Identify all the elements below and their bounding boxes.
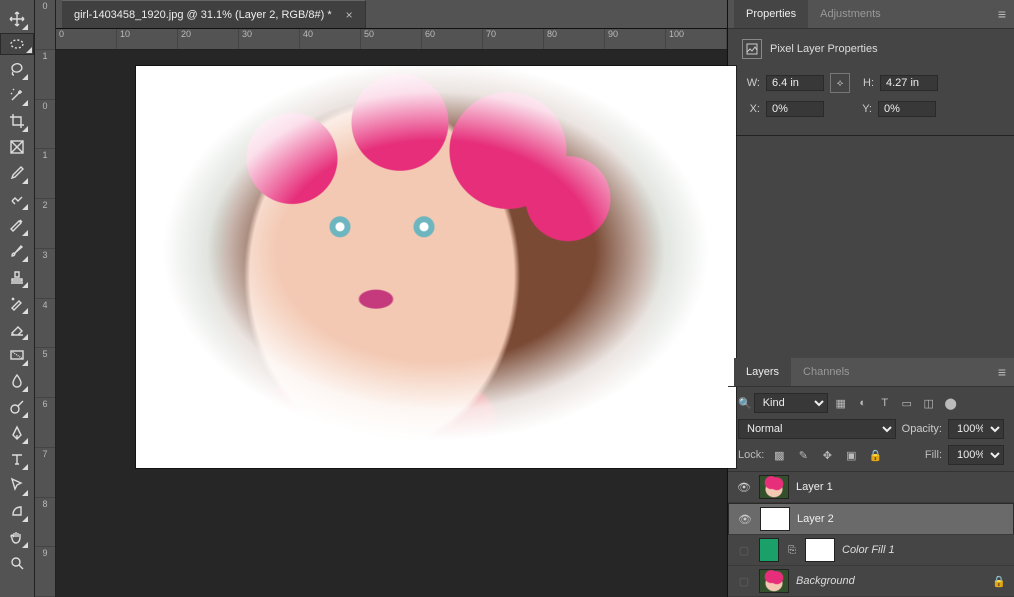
layer-thumb[interactable]: [760, 570, 788, 592]
layer-thumb[interactable]: [761, 508, 789, 530]
tool-gradient[interactable]: [5, 343, 29, 367]
tool-strip: [0, 0, 35, 597]
tool-path-select[interactable]: [5, 473, 29, 497]
blend-mode-select[interactable]: Normal: [738, 419, 896, 439]
tool-eyedropper[interactable]: [5, 161, 29, 185]
layer-name[interactable]: Layer 2: [797, 513, 1005, 525]
layer-list: 👁 Layer 1 👁 Layer 2 ▢ ⎘ Color Fill 1 ▢ B…: [728, 472, 1014, 597]
opacity-select[interactable]: 100%: [948, 419, 1004, 439]
tool-stamp[interactable]: [5, 265, 29, 289]
layers-panel: Layers Channels ≡ 🔍Kind ▦ ◐ T ▭ ◫ ⬤ Norm…: [728, 358, 1014, 597]
layer-thumb[interactable]: [760, 476, 788, 498]
tab-channels[interactable]: Channels: [791, 358, 861, 386]
properties-panel: Pixel Layer Properties W: 6.4 in ⟡ H: 4.…: [728, 29, 1014, 136]
fill-select[interactable]: 100%: [948, 445, 1004, 465]
search-icon: 🔍: [738, 397, 752, 410]
document-tab[interactable]: girl-1403458_1920.jpg @ 31.1% (Layer 2, …: [62, 0, 366, 28]
lock-icon: 🔒: [992, 575, 1006, 588]
fill-label: Fill:: [925, 449, 942, 461]
opacity-label: Opacity:: [902, 423, 942, 435]
tool-lasso[interactable]: [5, 57, 29, 81]
document-tab-title: girl-1403458_1920.jpg @ 31.1% (Layer 2, …: [74, 9, 332, 21]
link-wh-icon[interactable]: ⟡: [830, 73, 850, 93]
tool-eraser[interactable]: [5, 317, 29, 341]
visibility-icon[interactable]: 👁: [737, 511, 753, 527]
tool-marquee-ellipse[interactable]: [0, 33, 34, 55]
properties-title: Pixel Layer Properties: [742, 39, 1000, 59]
layers-panel-tabs: Layers Channels ≡: [728, 358, 1014, 387]
layer-row[interactable]: 👁 Layer 1: [728, 472, 1014, 503]
y-label: Y:: [854, 103, 872, 115]
width-field[interactable]: 6.4 in: [766, 75, 824, 91]
layer-row[interactable]: ▢ Background 🔒: [728, 566, 1014, 597]
tool-move[interactable]: [5, 7, 29, 31]
x-field[interactable]: 0%: [766, 101, 824, 117]
tool-blur[interactable]: [5, 369, 29, 393]
tool-shape[interactable]: [5, 499, 29, 523]
layer-row[interactable]: ▢ ⎘ Color Fill 1: [728, 535, 1014, 566]
filter-adjust-icon[interactable]: ◐: [854, 394, 872, 412]
panel-spacer: [728, 136, 1014, 358]
tool-zoom[interactable]: [5, 551, 29, 575]
filter-kind-select[interactable]: Kind: [754, 393, 828, 413]
panel-menu-icon[interactable]: ≡: [998, 367, 1006, 377]
tool-dodge[interactable]: [5, 395, 29, 419]
app-root: 010123456789 girl-1403458_1920.jpg @ 31.…: [0, 0, 1014, 597]
lock-pixels-icon[interactable]: ▩: [770, 446, 788, 464]
tool-wand[interactable]: [5, 83, 29, 107]
visibility-icon[interactable]: ▢: [736, 573, 752, 589]
tab-layers[interactable]: Layers: [734, 358, 791, 386]
tool-crop[interactable]: [5, 109, 29, 133]
document-tabs: girl-1403458_1920.jpg @ 31.1% (Layer 2, …: [56, 0, 727, 29]
filter-shape-icon[interactable]: ▭: [898, 394, 916, 412]
tool-pen[interactable]: [5, 421, 29, 445]
document-area: girl-1403458_1920.jpg @ 31.1% (Layer 2, …: [56, 0, 727, 597]
close-icon[interactable]: ×: [346, 8, 353, 22]
filter-smart-icon[interactable]: ◫: [920, 394, 938, 412]
tool-history-brush[interactable]: [5, 291, 29, 315]
layer-mask-thumb[interactable]: [806, 539, 834, 561]
properties-title-text: Pixel Layer Properties: [770, 43, 878, 55]
tab-adjustments[interactable]: Adjustments: [808, 0, 893, 28]
lock-brush-icon[interactable]: ✎: [794, 446, 812, 464]
artboard[interactable]: [136, 66, 736, 468]
properties-panel-tabs: Properties Adjustments ≡: [728, 0, 1014, 29]
right-panel: Properties Adjustments ≡ Pixel Layer Pro…: [727, 0, 1014, 597]
layer-name[interactable]: Layer 1: [796, 481, 1006, 493]
tool-retouch[interactable]: [5, 213, 29, 237]
filter-type-icon[interactable]: T: [876, 394, 894, 412]
link-icon[interactable]: ⎘: [786, 545, 798, 556]
filter-pixel-icon[interactable]: ▦: [832, 394, 850, 412]
tool-heal[interactable]: [5, 187, 29, 211]
lock-artboard-icon[interactable]: ▣: [842, 446, 860, 464]
horizontal-ruler: 0102030405060708090100: [56, 29, 727, 50]
layers-options: 🔍Kind ▦ ◐ T ▭ ◫ ⬤ Normal Opacity: 100% L…: [728, 387, 1014, 472]
height-field[interactable]: 4.27 in: [880, 75, 938, 91]
layer-row[interactable]: 👁 Layer 2: [728, 503, 1014, 535]
lock-all-icon[interactable]: 🔒: [866, 446, 884, 464]
tab-properties[interactable]: Properties: [734, 0, 808, 28]
layer-name[interactable]: Background: [796, 575, 984, 587]
height-label: H:: [856, 77, 874, 89]
panel-menu-icon[interactable]: ≡: [998, 9, 1006, 19]
visibility-icon[interactable]: 👁: [736, 479, 752, 495]
tool-type[interactable]: [5, 447, 29, 471]
lock-label: Lock:: [738, 449, 764, 461]
canvas-viewport[interactable]: [56, 50, 727, 597]
pixel-layer-icon: [742, 39, 762, 59]
filter-toggle-icon[interactable]: ⬤: [942, 394, 960, 412]
lock-position-icon[interactable]: ✥: [818, 446, 836, 464]
vertical-ruler: 010123456789: [35, 0, 56, 597]
layer-swatch[interactable]: [760, 539, 778, 561]
visibility-icon[interactable]: ▢: [736, 542, 752, 558]
tool-brush[interactable]: [5, 239, 29, 263]
image-content: [136, 66, 736, 468]
width-label: W:: [742, 77, 760, 89]
layer-name[interactable]: Color Fill 1: [842, 544, 1006, 556]
x-label: X:: [742, 103, 760, 115]
tool-hand[interactable]: [5, 525, 29, 549]
y-field[interactable]: 0%: [878, 101, 936, 117]
tool-frame[interactable]: [5, 135, 29, 159]
